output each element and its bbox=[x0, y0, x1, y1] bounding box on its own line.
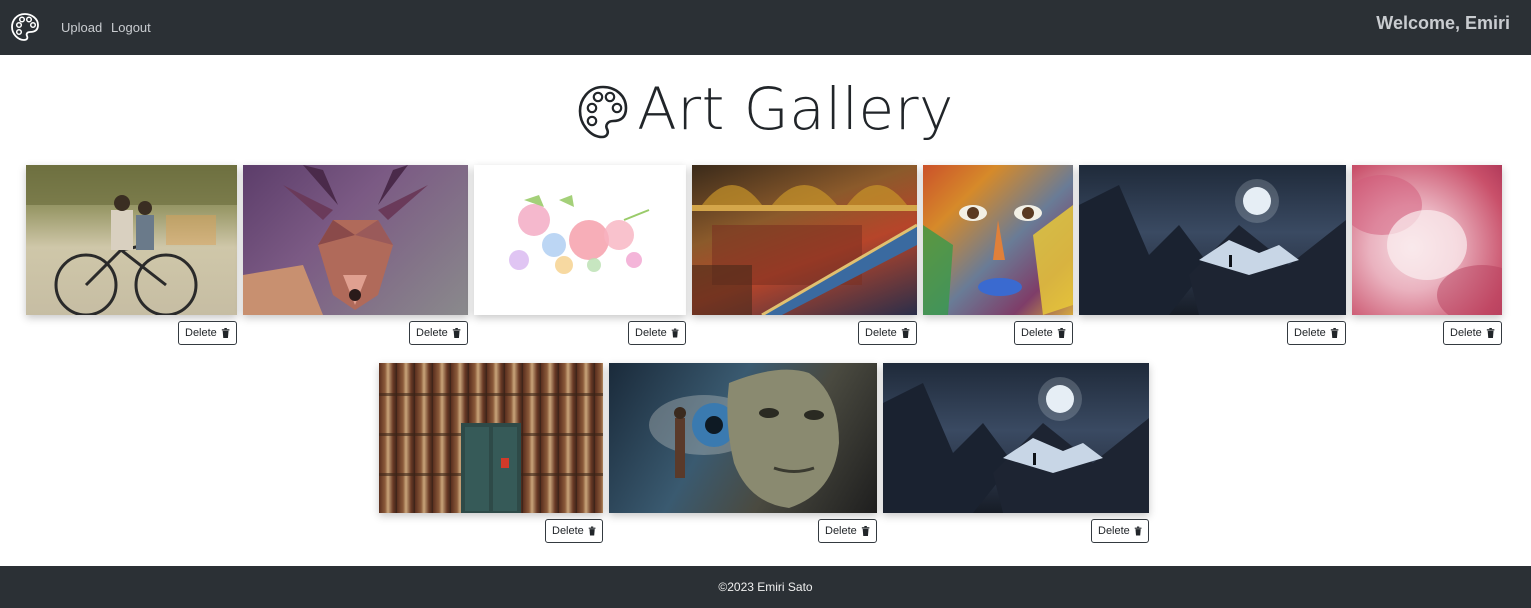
footer-copyright: ©2023 Emiri Sato bbox=[718, 580, 813, 594]
delete-label: Delete bbox=[185, 327, 217, 339]
delete-button[interactable]: Delete bbox=[858, 321, 917, 345]
delete-button[interactable]: Delete bbox=[178, 321, 237, 345]
delete-label: Delete bbox=[1294, 327, 1326, 339]
artwork-image[interactable] bbox=[1079, 165, 1346, 315]
delete-label: Delete bbox=[1450, 327, 1482, 339]
trash-icon bbox=[1057, 327, 1066, 339]
trash-icon bbox=[1486, 327, 1495, 339]
delete-button[interactable]: Delete bbox=[1091, 519, 1149, 543]
artwork-image[interactable] bbox=[26, 165, 237, 315]
delete-button[interactable]: Delete bbox=[1287, 321, 1346, 345]
trash-icon bbox=[861, 525, 870, 537]
trash-icon bbox=[671, 328, 679, 338]
artwork-image[interactable] bbox=[609, 363, 877, 513]
delete-button[interactable]: Delete bbox=[545, 519, 603, 543]
delete-label: Delete bbox=[552, 525, 584, 537]
artwork-image[interactable] bbox=[474, 165, 686, 315]
trash-icon bbox=[1134, 526, 1142, 536]
delete-label: Delete bbox=[635, 327, 667, 339]
delete-button[interactable]: Delete bbox=[1014, 321, 1073, 345]
delete-label: Delete bbox=[825, 525, 857, 537]
artwork-image[interactable] bbox=[1352, 165, 1502, 315]
artwork-image[interactable] bbox=[692, 165, 917, 315]
delete-label: Delete bbox=[1098, 525, 1130, 537]
trash-icon bbox=[1330, 327, 1339, 339]
delete-button[interactable]: Delete bbox=[818, 519, 877, 543]
artwork-image[interactable] bbox=[379, 363, 603, 513]
delete-button[interactable]: Delete bbox=[409, 321, 468, 345]
footer: ©2023 Emiri Sato bbox=[0, 566, 1531, 608]
artwork-image[interactable] bbox=[923, 165, 1073, 315]
delete-label: Delete bbox=[416, 327, 448, 339]
artwork-image[interactable] bbox=[883, 363, 1149, 513]
delete-button[interactable]: Delete bbox=[1443, 321, 1502, 345]
gallery: Delete Delete Delete Delete Delete Delet… bbox=[0, 0, 1531, 608]
delete-label: Delete bbox=[865, 327, 897, 339]
delete-button[interactable]: Delete bbox=[628, 321, 686, 345]
trash-icon bbox=[452, 327, 461, 339]
artwork-image[interactable] bbox=[243, 165, 468, 315]
trash-icon bbox=[221, 327, 230, 339]
trash-icon bbox=[588, 526, 596, 536]
delete-label: Delete bbox=[1021, 327, 1053, 339]
trash-icon bbox=[901, 327, 910, 339]
